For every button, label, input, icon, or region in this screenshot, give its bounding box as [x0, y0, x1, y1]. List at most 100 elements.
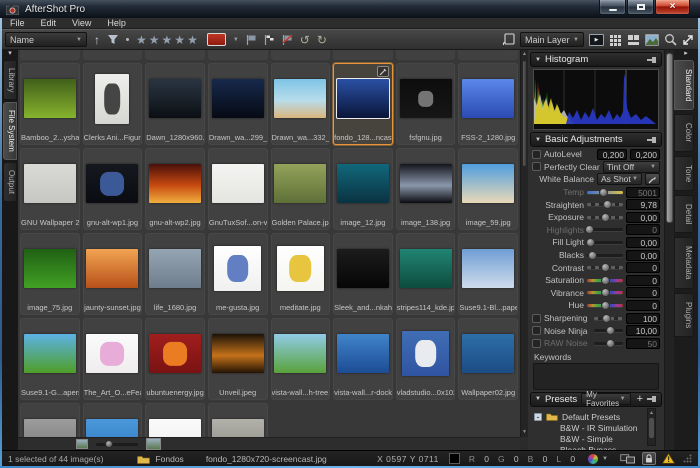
thumbnail-size-thumb[interactable] [105, 440, 113, 448]
menu-item-view[interactable]: View [64, 18, 99, 29]
basic-adjustments-header[interactable]: ▼ Basic Adjustments [530, 132, 662, 147]
straighten-slider[interactable] [587, 203, 623, 206]
pin-icon[interactable] [647, 395, 657, 403]
exposure-slider[interactable] [587, 216, 623, 219]
thumbnail-cell[interactable]: Sleek_and...nkahn.jpg [333, 233, 393, 315]
thumbnail-cell[interactable]: gnu-alt-wp1.jpg [83, 148, 143, 230]
noise-ninja-slider-thumb[interactable] [606, 326, 615, 335]
raw-noise-value[interactable]: 50 [626, 338, 660, 349]
thumbnail-cell[interactable] [208, 403, 268, 437]
highlights-value[interactable]: 0 [626, 224, 660, 235]
menu-item-edit[interactable]: Edit [33, 18, 65, 29]
thumbnail-cell[interactable]: GnuTuxSof...on-v1.jpg [208, 148, 268, 230]
saturation-slider[interactable] [587, 279, 623, 282]
temp-value[interactable]: 5001 [626, 187, 660, 198]
warning-icon[interactable] [662, 453, 675, 464]
presets-collection-select[interactable]: My Favorites ▼ [581, 393, 630, 405]
slideshow-icon[interactable]: ▶ [589, 34, 604, 46]
eyedropper-button[interactable] [645, 173, 660, 185]
section-collapse-icon[interactable]: ▼ [535, 137, 541, 143]
section-collapse-icon[interactable]: ▼ [535, 396, 541, 402]
remove-flag-icon[interactable] [282, 34, 293, 46]
thumbnail-cell[interactable]: FSS-2_1280.jpg [458, 63, 518, 145]
color-label-chevron-icon[interactable]: ▼ [233, 37, 239, 43]
color-wheel-icon[interactable] [587, 453, 599, 465]
thumbnail-cell[interactable]: image_59.jpg [458, 148, 518, 230]
noise-ninja-value[interactable]: 10,00 [626, 325, 660, 336]
sort-direction-button[interactable]: ↑ [94, 34, 100, 46]
preset-item-b-w-ir-simulation[interactable]: B&W - IR Simulation [534, 423, 660, 434]
thumbnail-cell[interactable]: Wallpaper02.jpg [458, 318, 518, 400]
rotate-right-icon[interactable]: ↻ [317, 34, 327, 46]
scroll-up-icon[interactable]: ▲ [648, 409, 655, 418]
panel-scrollbar-thumb[interactable] [666, 53, 673, 223]
thumbnail-cell[interactable]: vladstudio...0x1024.jpg [396, 318, 456, 400]
thumbnail-cell-partial[interactable] [271, 50, 331, 60]
hue-slider[interactable] [587, 304, 623, 307]
image-preview-icon[interactable] [645, 34, 659, 46]
highlights-slider-thumb[interactable] [585, 225, 594, 234]
sidebar-tab-file-system[interactable]: File System [3, 102, 17, 160]
thumbnail-cell-partial[interactable] [83, 50, 143, 60]
tools-tab-color[interactable]: Color [674, 114, 694, 151]
thumbnail-cell-partial[interactable] [20, 50, 80, 60]
lock-button[interactable] [642, 452, 656, 465]
rotate-left-icon[interactable]: ↺ [300, 34, 310, 46]
preset-item-b-w-simple[interactable]: B&W - Simple [534, 434, 660, 445]
tools-tab-detail[interactable]: Detail [674, 195, 694, 233]
thumbnail-cell[interactable]: Bamboo_2...ysha.jpg [20, 63, 80, 145]
straighten-value[interactable]: 9,78 [626, 199, 660, 210]
scroll-down-icon[interactable]: ▼ [521, 428, 528, 437]
thumbnail-cell[interactable]: fondo_128...ncast.jpg [333, 63, 393, 145]
fullscreen-arrow-icon[interactable] [682, 34, 694, 46]
noise-ninja-slider[interactable] [594, 329, 623, 332]
presets-scrollbar[interactable]: ▲ [647, 408, 656, 446]
temp-slider-thumb[interactable] [599, 188, 608, 197]
scroll-up-icon[interactable]: ▲ [521, 50, 528, 59]
star-4-icon[interactable]: ★ [174, 33, 187, 47]
magnifier-icon[interactable] [664, 33, 677, 46]
presets-scrollbar-thumb[interactable] [649, 418, 654, 438]
autolevel-checkbox[interactable] [532, 150, 541, 159]
thumbnail-cell-partial[interactable] [208, 50, 268, 60]
thumbnail-view-icon[interactable] [627, 34, 640, 46]
thumbnail-cell[interactable]: Suse9.1-G...apers.jpg [20, 318, 80, 400]
fill-light-slider-thumb[interactable] [586, 238, 595, 247]
current-folder[interactable]: Fondos [137, 454, 183, 464]
blacks-slider-thumb[interactable] [588, 251, 597, 260]
layer-select[interactable]: Main Layer ▼ [520, 32, 584, 47]
star-2-icon[interactable]: ★ [149, 33, 162, 47]
sharpening-checkbox[interactable] [532, 314, 541, 323]
autolevel-value-2[interactable]: 0,200 [630, 149, 660, 160]
thumbnail-cell[interactable]: Drawn_wa...332_.jpg [271, 63, 331, 145]
add-preset-button[interactable]: + [637, 394, 643, 405]
thumbnail-cell[interactable]: vista-wall...h-tree.jpg [271, 318, 331, 400]
menu-item-file[interactable]: File [2, 18, 33, 29]
grid-scrollbar[interactable]: ▲ ▼ [520, 50, 528, 437]
thumbnail-cell[interactable]: me-gusta.jpg [208, 233, 268, 315]
thumbnail-small-icon[interactable] [76, 439, 88, 449]
vibrance-slider-thumb[interactable] [601, 288, 610, 297]
thumbnail-cell[interactable]: stripes114_kde.jpg [396, 233, 456, 315]
thumbnail-large-icon[interactable] [146, 438, 161, 450]
tools-tab-standard[interactable]: Standard [674, 60, 694, 110]
raw-noise-slider[interactable] [594, 342, 623, 345]
pin-icon[interactable] [647, 136, 657, 144]
sidebar-tab-library[interactable]: Library [3, 60, 17, 100]
vibrance-slider[interactable] [587, 291, 623, 294]
thumbnail-cell[interactable]: Golden Palace.jpg [271, 148, 331, 230]
straighten-slider-thumb[interactable] [603, 200, 612, 209]
presets-folder-row[interactable]: - Default Presets [534, 411, 660, 423]
perfectly-clear-select[interactable]: Tint Off▼ [603, 161, 660, 173]
thumbnail-cell[interactable]: Clerks Ani...Figure.jpg [83, 63, 143, 145]
thumbnail-cell[interactable]: Suse9.1-Bl...papers.jpg [458, 233, 518, 315]
exposure-value[interactable]: 0,00 [626, 212, 660, 223]
thumbnail-cell[interactable]: Unveil.jpeg [208, 318, 268, 400]
layers-icon[interactable] [502, 33, 515, 46]
panel-scrollbar[interactable] [664, 50, 674, 450]
hue-slider-thumb[interactable] [601, 301, 610, 310]
vibrance-value[interactable]: 0 [626, 287, 660, 298]
highlights-slider[interactable] [587, 228, 623, 231]
thumbnail-cell[interactable]: The_Art_O...eFear.jpg [83, 318, 143, 400]
thumbnail-cell-partial[interactable] [396, 50, 456, 60]
